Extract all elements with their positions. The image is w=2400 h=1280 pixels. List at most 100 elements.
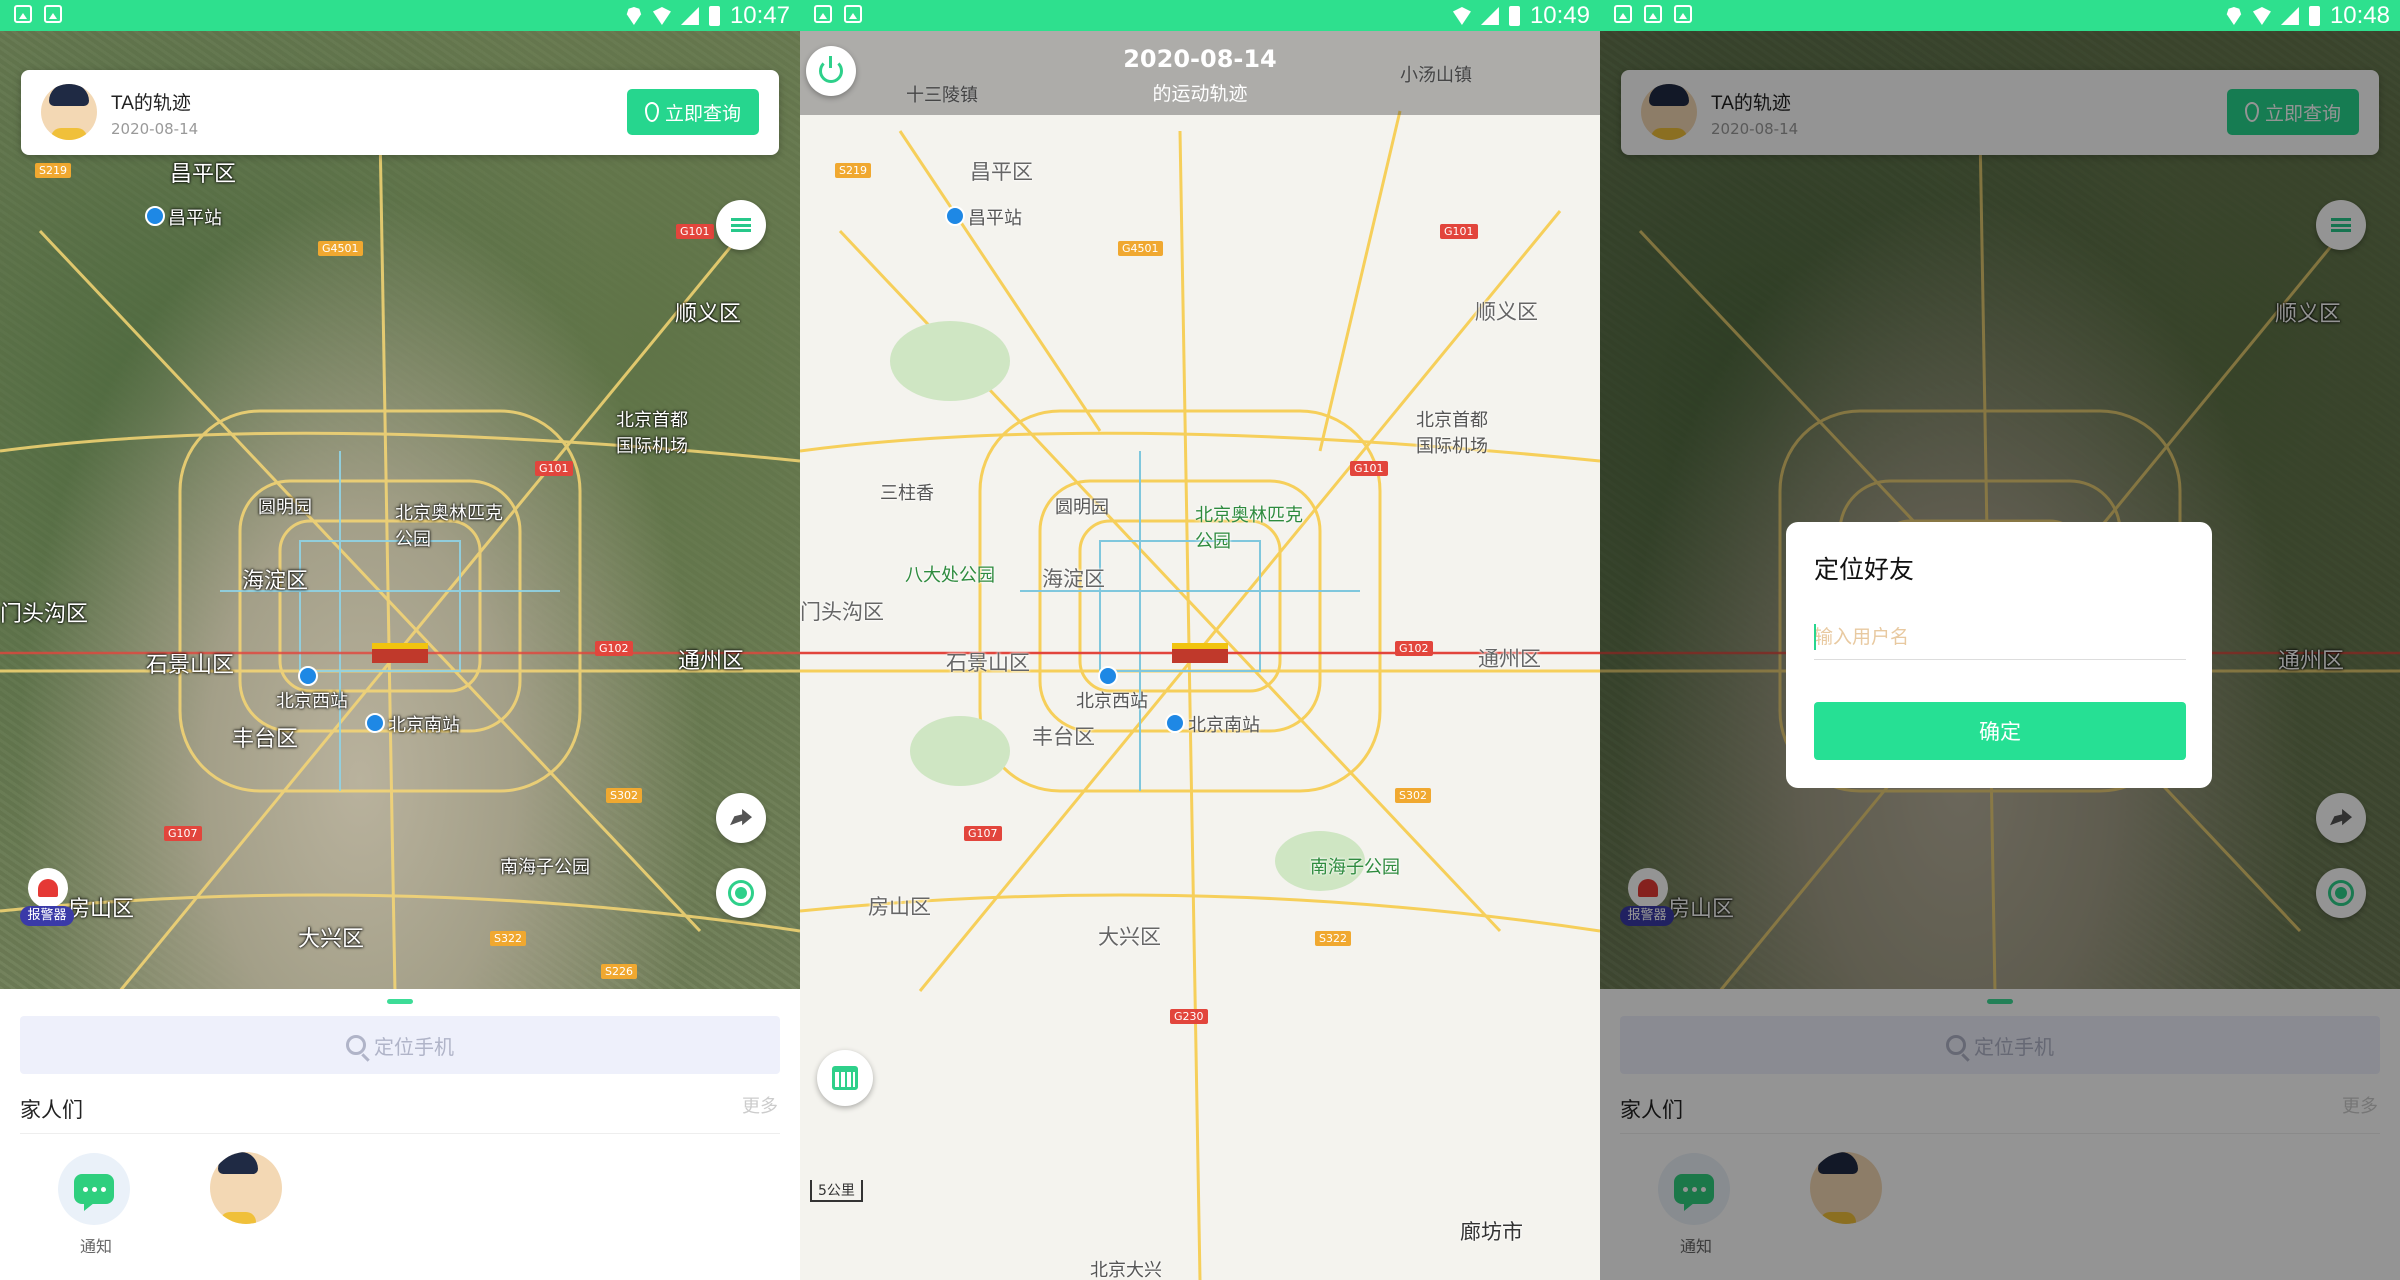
gallery-icon	[1674, 5, 1692, 23]
street-map[interactable]: 小汤山镇 十三陵镇 昌平区 昌平站 顺义区 北京首都国际机场 三柱香 圆明园 北…	[800, 31, 1600, 1280]
road-tag: S302	[606, 788, 642, 803]
location-icon	[2226, 7, 2242, 25]
map-label-mentougou: 门头沟区	[0, 602, 89, 627]
notice-label: 通知	[79, 1237, 112, 1256]
username-input[interactable]	[1814, 614, 2186, 660]
dialog-title: 定位好友	[1814, 555, 1915, 584]
pin-icon	[644, 102, 659, 122]
road-tag: G230	[1170, 1009, 1208, 1024]
menu-icon	[731, 218, 751, 232]
track-card: TA的轨迹 2020-08-14 立即查询	[21, 70, 779, 155]
calendar-button[interactable]	[817, 1050, 873, 1106]
power-button[interactable]	[806, 46, 856, 96]
map-label-fangshan: 房山区	[68, 897, 135, 922]
map-label-shunyi: 顺义区	[675, 302, 742, 327]
map-label-shunyi: 顺义区	[1475, 300, 1538, 324]
map-label-olympic: 北京奥林匹克公园	[1195, 505, 1303, 552]
wifi-icon	[652, 7, 671, 25]
map-label-langfang: 廊坊市	[1460, 1220, 1523, 1244]
wifi-icon	[1452, 7, 1471, 25]
map-label-sanjiadian: 三柱香	[880, 483, 934, 504]
map-label-yuanmingyuan: 圆明园	[1055, 497, 1109, 518]
divider	[20, 1133, 780, 1134]
avatar[interactable]	[41, 84, 97, 140]
share-button[interactable]	[716, 793, 766, 843]
status-bar: 10:47	[0, 0, 800, 31]
road-tag: S322	[1315, 931, 1351, 946]
map-label-mentougou: 门头沟区	[800, 600, 884, 624]
tiananmen-landmark	[372, 643, 428, 663]
family-member-avatar[interactable]	[210, 1152, 282, 1224]
screen-track-home: 10:47 昌平区 昌平站 顺义区 北京首都国际机场 北京奥林匹克公园 圆明园 …	[0, 0, 800, 1280]
map-label-shijingshan: 石景山区	[946, 651, 1030, 675]
road-tag: G107	[964, 826, 1002, 841]
more-link[interactable]: 更多	[742, 1092, 778, 1118]
status-bar: 10:49	[800, 0, 1600, 31]
gallery-icon	[844, 5, 862, 23]
road-tag: S219	[35, 163, 71, 178]
map-label-airport: 北京首都国际机场	[1416, 410, 1488, 457]
road-tag: G101	[1440, 224, 1478, 239]
calendar-icon	[832, 1066, 858, 1090]
map-label-yuanmingyuan: 圆明园	[258, 497, 312, 518]
map-label-badachu: 八大处公园	[905, 565, 995, 586]
card-date: 2020-08-14	[111, 120, 199, 138]
wifi-icon	[2252, 7, 2271, 25]
map-label-haidian: 海淀区	[1042, 567, 1105, 591]
card-title: TA的轨迹	[111, 93, 191, 114]
locate-friend-dialog: 定位好友 确定	[1786, 522, 2212, 788]
map-label-haidian: 海淀区	[242, 569, 309, 594]
map-label-fengtai: 丰台区	[1032, 725, 1095, 749]
battery-icon	[2308, 6, 2320, 26]
status-bar: 10:48	[1600, 0, 2400, 31]
family-section-title: 家人们	[20, 1098, 83, 1122]
map-label-changping-station: 昌平站	[968, 208, 1022, 229]
screen-locate-friend-dialog: 10:48 顺义区 通州区 房山区 TA的轨迹 2020-08-14 立即查询 …	[1600, 0, 2400, 1280]
status-time: 10:47	[729, 2, 790, 29]
query-now-button[interactable]: 立即查询	[627, 89, 759, 135]
search-placeholder: 定位手机	[374, 1034, 454, 1059]
road-tag: S302	[1395, 788, 1431, 803]
road-tag: G101	[676, 224, 714, 239]
bottom-sheet: 定位手机 家人们 更多 通知	[0, 989, 800, 1280]
signal-icon	[1480, 7, 1499, 25]
alarm-icon	[38, 879, 58, 897]
map-label-airport: 北京首都国际机场	[616, 410, 688, 457]
station-icon	[365, 713, 385, 733]
menu-button[interactable]	[716, 200, 766, 250]
location-icon	[626, 7, 642, 25]
battery-icon	[1508, 6, 1520, 26]
track-header: 2020-08-14 的运动轨迹	[800, 31, 1600, 115]
map-label-west-station: 北京西站	[276, 691, 348, 712]
text-cursor	[1814, 624, 1816, 650]
track-subtitle: 的运动轨迹	[1152, 83, 1248, 105]
signal-icon	[2280, 7, 2299, 25]
status-time: 10:48	[2329, 2, 2390, 29]
alarm-button[interactable]: 报警器	[20, 868, 74, 928]
station-icon	[145, 206, 165, 226]
sheet-handle[interactable]	[387, 999, 413, 1004]
gallery-icon	[814, 5, 832, 23]
road-tag: G4501	[1118, 241, 1163, 256]
station-icon	[1165, 713, 1185, 733]
map-scale: 5公里	[810, 1180, 863, 1202]
gallery-icon	[1644, 5, 1662, 23]
notice-item[interactable]: 通知	[58, 1153, 134, 1257]
gallery-icon	[14, 5, 32, 23]
locate-phone-search[interactable]: 定位手机	[20, 1016, 780, 1074]
map-label-tongzhou: 通州区	[678, 649, 745, 674]
road-tag: G101	[535, 461, 573, 476]
road-tag: G107	[164, 826, 202, 841]
map-label-changping: 昌平区	[970, 160, 1033, 184]
map-label-nanhaizi: 南海子公园	[1310, 857, 1400, 878]
keyboard-icon	[1614, 5, 1632, 23]
tiananmen-landmark	[1172, 643, 1228, 663]
gallery-icon	[44, 5, 62, 23]
station-icon	[1098, 666, 1118, 686]
road-tag: S219	[835, 163, 871, 178]
map-label-tongzhou: 通州区	[1478, 647, 1541, 671]
map-label-nanhaizi: 南海子公园	[500, 857, 590, 878]
locate-button[interactable]	[716, 868, 766, 918]
map-label-south-station: 北京南站	[388, 715, 460, 736]
confirm-button[interactable]: 确定	[1814, 702, 2186, 760]
